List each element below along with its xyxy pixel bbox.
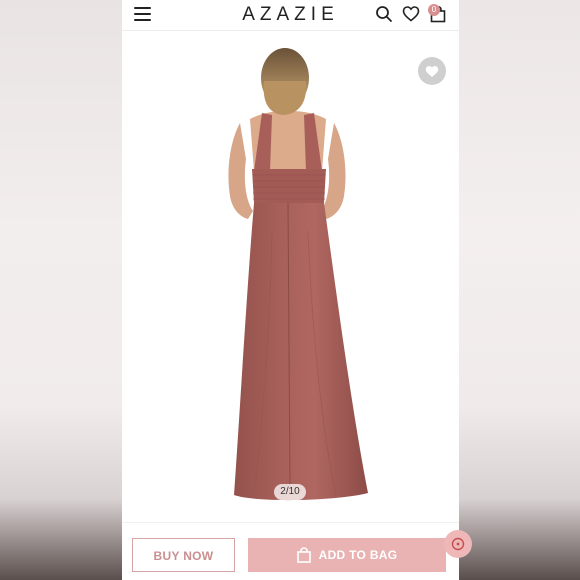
heart-icon [425, 65, 439, 77]
wishlist-button[interactable] [418, 57, 446, 85]
product-image-gallery[interactable]: 2/10 [122, 31, 459, 521]
product-image [228, 48, 368, 501]
purchase-bar: BUY NOW ADD TO BAG [122, 522, 459, 580]
mobile-screen: AZAZIE 0 2/10 BUY NOW ADD TO BAG [122, 0, 459, 580]
buy-now-button[interactable]: BUY NOW [132, 538, 235, 572]
cart-count-badge: 0 [428, 4, 440, 16]
background-left [0, 0, 122, 580]
header-bar: AZAZIE 0 [122, 0, 459, 31]
shopping-bag-icon [296, 547, 311, 563]
add-to-bag-button[interactable]: ADD TO BAG [248, 538, 446, 572]
heart-icon[interactable] [402, 5, 420, 23]
chat-button[interactable] [444, 530, 472, 558]
image-counter: 2/10 [274, 484, 306, 500]
search-icon[interactable] [375, 5, 393, 23]
background-right [459, 0, 580, 580]
add-to-bag-label: ADD TO BAG [318, 548, 398, 562]
chat-icon [451, 537, 465, 551]
